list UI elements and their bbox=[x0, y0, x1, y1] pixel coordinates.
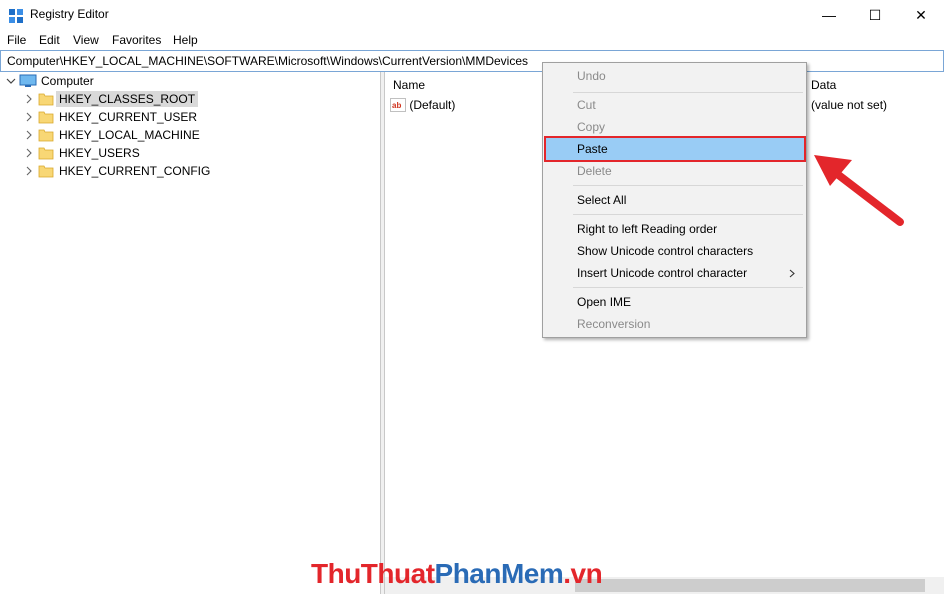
menu-help[interactable]: Help bbox=[173, 33, 198, 47]
chevron-right-icon[interactable] bbox=[24, 94, 34, 104]
title-bar: Registry Editor — ☐ ✕ bbox=[0, 0, 944, 30]
tree-label: Computer bbox=[41, 74, 94, 88]
menu-file[interactable]: File bbox=[7, 33, 26, 47]
tree-item-hkey-classes-root[interactable]: HKEY_CLASSES_ROOT bbox=[24, 90, 199, 108]
context-menu: Undo Cut Copy Paste Delete Select All Ri… bbox=[542, 62, 807, 338]
computer-icon bbox=[19, 74, 37, 87]
string-value-icon: ab bbox=[390, 98, 406, 112]
watermark: ThuThuatPhanMem.vn bbox=[311, 558, 603, 590]
chevron-right-icon[interactable] bbox=[24, 148, 34, 158]
menu-edit[interactable]: Edit bbox=[39, 33, 60, 47]
menu-item-rtl-reading-order[interactable]: Right to left Reading order bbox=[577, 222, 717, 236]
menu-bar: File Edit View Favorites Help bbox=[0, 30, 944, 50]
column-header-name[interactable]: Name bbox=[393, 78, 425, 92]
tree-label: HKEY_CURRENT_USER bbox=[59, 110, 198, 124]
column-header-data[interactable]: Data bbox=[811, 78, 836, 92]
menu-item-copy[interactable]: Copy bbox=[577, 120, 605, 134]
red-arrow-annotation bbox=[814, 155, 904, 226]
chevron-right-icon[interactable] bbox=[24, 166, 34, 176]
tree-item-hkey-local-machine[interactable]: HKEY_LOCAL_MACHINE bbox=[24, 126, 203, 144]
address-path: Computer\HKEY_LOCAL_MACHINE\SOFTWARE\Mic… bbox=[7, 54, 529, 68]
tree-label: HKEY_USERS bbox=[59, 146, 140, 160]
value-row[interactable]: ab (Default) bbox=[390, 98, 455, 112]
tree-label: HKEY_CURRENT_CONFIG bbox=[59, 164, 211, 178]
watermark-part: .vn bbox=[563, 558, 603, 589]
menu-view[interactable]: View bbox=[73, 33, 99, 47]
folder-icon bbox=[38, 93, 54, 106]
value-name: (Default) bbox=[409, 98, 456, 112]
close-button[interactable]: ✕ bbox=[898, 0, 944, 30]
tree-item-hkey-current-user[interactable]: HKEY_CURRENT_USER bbox=[24, 108, 200, 126]
folder-icon bbox=[38, 111, 54, 124]
menu-separator bbox=[573, 185, 803, 186]
tree-label: HKEY_CLASSES_ROOT bbox=[56, 91, 199, 107]
chevron-right-icon[interactable] bbox=[24, 112, 34, 122]
watermark-part: PhanMem bbox=[434, 558, 564, 589]
tree-label: HKEY_LOCAL_MACHINE bbox=[59, 128, 200, 142]
chevron-right-icon bbox=[789, 269, 795, 278]
menu-favorites[interactable]: Favorites bbox=[112, 33, 161, 47]
chevron-down-icon[interactable] bbox=[6, 76, 16, 86]
watermark-part: ThuThuat bbox=[311, 558, 435, 589]
value-data: (value not set) bbox=[811, 98, 888, 112]
window-title: Registry Editor bbox=[30, 7, 109, 21]
tree-item-hkey-users[interactable]: HKEY_USERS bbox=[24, 144, 143, 162]
menu-item-open-ime[interactable]: Open IME bbox=[577, 295, 631, 309]
menu-item-undo[interactable]: Undo bbox=[577, 69, 606, 83]
menu-item-cut[interactable]: Cut bbox=[577, 98, 596, 112]
registry-icon bbox=[9, 9, 23, 23]
folder-icon bbox=[38, 147, 54, 160]
menu-item-paste[interactable]: Paste bbox=[577, 142, 608, 156]
chevron-right-icon[interactable] bbox=[24, 130, 34, 140]
svg-text:ab: ab bbox=[392, 101, 401, 110]
folder-icon bbox=[38, 129, 54, 142]
tree-item-hkey-current-config[interactable]: HKEY_CURRENT_CONFIG bbox=[24, 162, 213, 180]
menu-item-reconversion[interactable]: Reconversion bbox=[577, 317, 650, 331]
tree-pane[interactable]: Computer HKEY_CLASSES_ROOT HKEY_CURRENT_… bbox=[0, 72, 380, 594]
menu-separator bbox=[573, 92, 803, 93]
menu-item-show-unicode[interactable]: Show Unicode control characters bbox=[577, 244, 753, 258]
menu-item-delete[interactable]: Delete bbox=[577, 164, 612, 178]
menu-separator bbox=[573, 214, 803, 215]
minimize-button[interactable]: — bbox=[806, 0, 852, 30]
scrollbar-thumb[interactable] bbox=[575, 579, 925, 592]
maximize-button[interactable]: ☐ bbox=[852, 0, 898, 30]
tree-item-computer[interactable]: Computer bbox=[6, 72, 97, 90]
folder-icon bbox=[38, 165, 54, 178]
menu-item-insert-unicode[interactable]: Insert Unicode control character bbox=[577, 266, 747, 280]
menu-separator bbox=[573, 287, 803, 288]
menu-item-select-all[interactable]: Select All bbox=[577, 193, 626, 207]
